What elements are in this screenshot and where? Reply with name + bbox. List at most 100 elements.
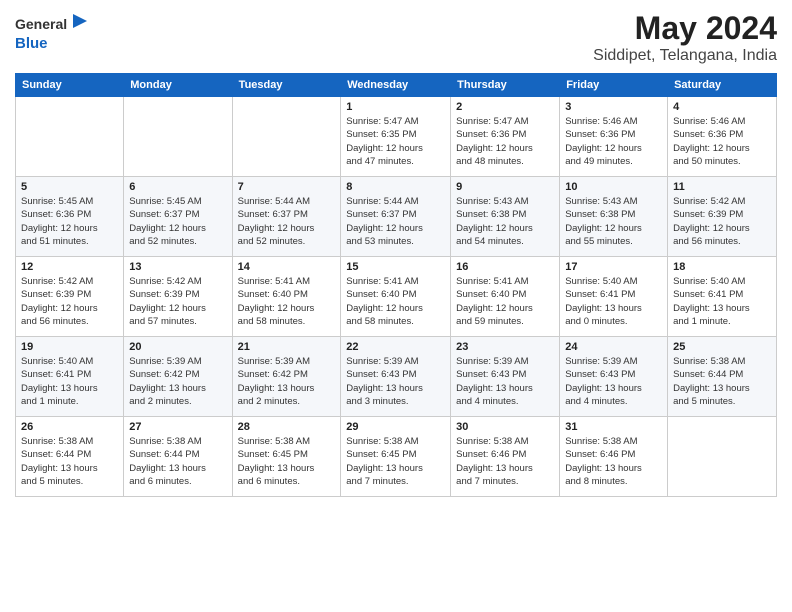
- col-monday: Monday: [124, 74, 232, 97]
- day-number: 20: [129, 341, 226, 353]
- cell-4-4: 30Sunrise: 5:38 AM Sunset: 6:46 PM Dayli…: [451, 417, 560, 497]
- week-row-1: 1 Sunrise: 5:47 AM Sunset: 6:35 PM Daylig…: [16, 97, 777, 177]
- day-number: 18: [673, 261, 771, 273]
- day-number: 26: [21, 421, 118, 433]
- day-info: Sunrise: 5:41 AM Sunset: 6:40 PM Dayligh…: [346, 275, 445, 328]
- day-number: 31: [565, 421, 662, 433]
- day-info: Sunrise: 5:41 AM Sunset: 6:40 PM Dayligh…: [456, 275, 554, 328]
- cell-4-1: 27 Sunrise: 5:38 AM Sunset: 6:44 PM Dayli…: [124, 417, 232, 497]
- day-info: Sunrise: 5:42 AM Sunset: 6:39 PM Dayligh…: [129, 275, 226, 328]
- calendar-subtitle: Siddipet, Telangana, India: [593, 47, 777, 65]
- header-row: Sunday Monday Tuesday Wednesday Thursday…: [16, 74, 777, 97]
- cell-2-5: 17 Sunrise: 5:40 AM Sunset: 6:41 PM Dayli…: [560, 257, 668, 337]
- day-info: Sunrise: 5:39 AM Sunset: 6:42 PM Dayligh…: [238, 355, 336, 408]
- cell-4-5: 31 Sunrise: 5:38 AM Sunset: 6:46 PM Dayli…: [560, 417, 668, 497]
- calendar-title: May 2024: [593, 10, 777, 47]
- day-number: 15: [346, 261, 445, 273]
- cell-0-3: 1 Sunrise: 5:47 AM Sunset: 6:35 PM Daylig…: [341, 97, 451, 177]
- day-number: 5: [21, 181, 118, 193]
- week-row-2: 5 Sunrise: 5:45 AM Sunset: 6:36 PM Daylig…: [16, 177, 777, 257]
- day-info: Sunrise: 5:38 AM Sunset: 6:44 PM Dayligh…: [129, 435, 226, 488]
- col-sunday: Sunday: [16, 74, 124, 97]
- day-info: Sunrise: 5:38 AM Sunset: 6:45 PM Dayligh…: [238, 435, 336, 488]
- day-info: Sunrise: 5:47 AM Sunset: 6:36 PM Dayligh…: [456, 115, 554, 168]
- day-number: 29: [346, 421, 445, 433]
- logo-general: General: [15, 16, 67, 32]
- day-number: 2: [456, 101, 554, 113]
- cell-0-5: 3 Sunrise: 5:46 AM Sunset: 6:36 PM Daylig…: [560, 97, 668, 177]
- day-info: Sunrise: 5:46 AM Sunset: 6:36 PM Dayligh…: [565, 115, 662, 168]
- day-info: Sunrise: 5:39 AM Sunset: 6:42 PM Dayligh…: [129, 355, 226, 408]
- cell-3-6: 25Sunrise: 5:38 AM Sunset: 6:44 PM Dayli…: [668, 337, 777, 417]
- cell-1-5: 10Sunrise: 5:43 AM Sunset: 6:38 PM Dayli…: [560, 177, 668, 257]
- col-friday: Friday: [560, 74, 668, 97]
- cell-3-2: 21Sunrise: 5:39 AM Sunset: 6:42 PM Dayli…: [232, 337, 341, 417]
- day-number: 24: [565, 341, 662, 353]
- day-info: Sunrise: 5:43 AM Sunset: 6:38 PM Dayligh…: [565, 195, 662, 248]
- cell-3-3: 22 Sunrise: 5:39 AM Sunset: 6:43 PM Dayli…: [341, 337, 451, 417]
- cell-3-5: 24Sunrise: 5:39 AM Sunset: 6:43 PM Dayli…: [560, 337, 668, 417]
- cell-3-0: 19 Sunrise: 5:40 AM Sunset: 6:41 PM Dayli…: [16, 337, 124, 417]
- cell-1-4: 9Sunrise: 5:43 AM Sunset: 6:38 PM Daylig…: [451, 177, 560, 257]
- day-info: Sunrise: 5:38 AM Sunset: 6:45 PM Dayligh…: [346, 435, 445, 488]
- col-saturday: Saturday: [668, 74, 777, 97]
- day-number: 14: [238, 261, 336, 273]
- day-number: 8: [346, 181, 445, 193]
- day-number: 12: [21, 261, 118, 273]
- day-number: 17: [565, 261, 662, 273]
- day-number: 6: [129, 181, 226, 193]
- calendar-page: General Blue May 2024 Siddipet, Telangan…: [0, 0, 792, 612]
- day-info: Sunrise: 5:44 AM Sunset: 6:37 PM Dayligh…: [346, 195, 445, 248]
- day-info: Sunrise: 5:45 AM Sunset: 6:37 PM Dayligh…: [129, 195, 226, 248]
- logo-blue: Blue: [15, 35, 91, 52]
- cell-1-0: 5 Sunrise: 5:45 AM Sunset: 6:36 PM Daylig…: [16, 177, 124, 257]
- day-number: 30: [456, 421, 554, 433]
- day-info: Sunrise: 5:42 AM Sunset: 6:39 PM Dayligh…: [673, 195, 771, 248]
- title-block: May 2024 Siddipet, Telangana, India: [593, 10, 777, 65]
- cell-2-6: 18 Sunrise: 5:40 AM Sunset: 6:41 PM Dayli…: [668, 257, 777, 337]
- day-info: Sunrise: 5:38 AM Sunset: 6:46 PM Dayligh…: [565, 435, 662, 488]
- cell-2-1: 13 Sunrise: 5:42 AM Sunset: 6:39 PM Dayli…: [124, 257, 232, 337]
- day-number: 16: [456, 261, 554, 273]
- day-number: 1: [346, 101, 445, 113]
- cell-3-1: 20 Sunrise: 5:39 AM Sunset: 6:42 PM Dayli…: [124, 337, 232, 417]
- col-tuesday: Tuesday: [232, 74, 341, 97]
- col-thursday: Thursday: [451, 74, 560, 97]
- cell-0-2: [232, 97, 341, 177]
- cell-3-4: 23Sunrise: 5:39 AM Sunset: 6:43 PM Dayli…: [451, 337, 560, 417]
- day-info: Sunrise: 5:40 AM Sunset: 6:41 PM Dayligh…: [565, 275, 662, 328]
- cell-4-3: 29 Sunrise: 5:38 AM Sunset: 6:45 PM Dayli…: [341, 417, 451, 497]
- day-number: 3: [565, 101, 662, 113]
- calendar-table: Sunday Monday Tuesday Wednesday Thursday…: [15, 73, 777, 497]
- day-info: Sunrise: 5:39 AM Sunset: 6:43 PM Dayligh…: [346, 355, 445, 408]
- cell-2-3: 15 Sunrise: 5:41 AM Sunset: 6:40 PM Dayli…: [341, 257, 451, 337]
- day-number: 7: [238, 181, 336, 193]
- week-row-4: 19 Sunrise: 5:40 AM Sunset: 6:41 PM Dayli…: [16, 337, 777, 417]
- day-info: Sunrise: 5:41 AM Sunset: 6:40 PM Dayligh…: [238, 275, 336, 328]
- logo-icon: [69, 10, 91, 37]
- week-row-3: 12 Sunrise: 5:42 AM Sunset: 6:39 PM Dayli…: [16, 257, 777, 337]
- day-number: 11: [673, 181, 771, 193]
- cell-1-2: 7 Sunrise: 5:44 AM Sunset: 6:37 PM Daylig…: [232, 177, 341, 257]
- cell-1-3: 8 Sunrise: 5:44 AM Sunset: 6:37 PM Daylig…: [341, 177, 451, 257]
- cell-4-0: 26 Sunrise: 5:38 AM Sunset: 6:44 PM Dayli…: [16, 417, 124, 497]
- day-number: 9: [456, 181, 554, 193]
- cell-2-0: 12 Sunrise: 5:42 AM Sunset: 6:39 PM Dayli…: [16, 257, 124, 337]
- header: General Blue May 2024 Siddipet, Telangan…: [15, 10, 777, 65]
- cell-2-4: 16 Sunrise: 5:41 AM Sunset: 6:40 PM Dayli…: [451, 257, 560, 337]
- day-number: 13: [129, 261, 226, 273]
- day-info: Sunrise: 5:44 AM Sunset: 6:37 PM Dayligh…: [238, 195, 336, 248]
- day-number: 27: [129, 421, 226, 433]
- day-info: Sunrise: 5:38 AM Sunset: 6:44 PM Dayligh…: [673, 355, 771, 408]
- cell-0-1: [124, 97, 232, 177]
- day-number: 19: [21, 341, 118, 353]
- day-info: Sunrise: 5:39 AM Sunset: 6:43 PM Dayligh…: [456, 355, 554, 408]
- day-info: Sunrise: 5:45 AM Sunset: 6:36 PM Dayligh…: [21, 195, 118, 248]
- day-info: Sunrise: 5:42 AM Sunset: 6:39 PM Dayligh…: [21, 275, 118, 328]
- day-info: Sunrise: 5:38 AM Sunset: 6:44 PM Dayligh…: [21, 435, 118, 488]
- day-info: Sunrise: 5:40 AM Sunset: 6:41 PM Dayligh…: [21, 355, 118, 408]
- day-info: Sunrise: 5:47 AM Sunset: 6:35 PM Dayligh…: [346, 115, 445, 168]
- cell-0-4: 2 Sunrise: 5:47 AM Sunset: 6:36 PM Daylig…: [451, 97, 560, 177]
- day-number: 22: [346, 341, 445, 353]
- day-info: Sunrise: 5:40 AM Sunset: 6:41 PM Dayligh…: [673, 275, 771, 328]
